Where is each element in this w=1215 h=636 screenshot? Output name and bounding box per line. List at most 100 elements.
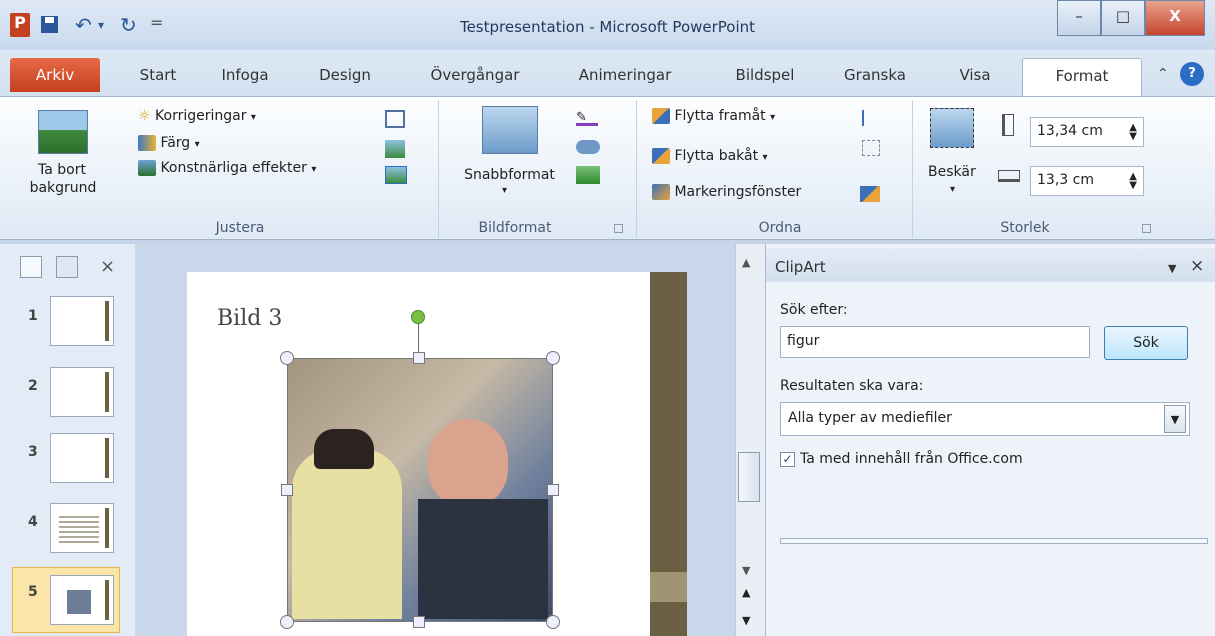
close-panel-icon[interactable]: × <box>100 256 115 277</box>
previous-slide-icon[interactable]: ▲ <box>742 586 750 599</box>
slide-thumbnail[interactable] <box>50 296 114 346</box>
selection-pane-icon <box>652 184 670 200</box>
tab-arkiv[interactable]: Arkiv <box>10 58 100 92</box>
close-button[interactable]: X <box>1145 0 1205 36</box>
align-icon[interactable] <box>862 110 880 126</box>
slide-canvas[interactable]: Bild 3 <box>187 272 687 636</box>
results-progress-bar <box>780 538 1208 544</box>
group-separator <box>912 100 913 238</box>
color-button[interactable]: Färg ▾ <box>138 135 200 151</box>
tab-infoga[interactable]: Infoga <box>205 58 285 92</box>
change-picture-icon[interactable] <box>385 140 405 158</box>
remove-background-label-1[interactable]: Ta bort <box>22 162 102 178</box>
rotate-icon[interactable] <box>860 186 880 202</box>
slide-decor-block <box>650 572 687 602</box>
bring-forward-icon <box>652 108 670 124</box>
clipart-header <box>766 248 1215 282</box>
remove-background-label-2[interactable]: bakgrund <box>18 180 108 196</box>
tab-format[interactable]: Format <box>1022 58 1142 98</box>
search-input[interactable]: figur <box>780 326 1090 358</box>
selected-picture[interactable] <box>287 358 553 622</box>
tab-bildspel[interactable]: Bildspel <box>720 58 810 92</box>
resize-handle[interactable] <box>547 484 559 496</box>
picture-effects-icon[interactable] <box>576 140 600 154</box>
quick-styles-icon[interactable] <box>482 106 538 154</box>
vertical-scrollbar[interactable] <box>735 244 765 636</box>
minimize-button[interactable]: – <box>1057 0 1101 36</box>
picture-layout-icon[interactable] <box>576 166 600 184</box>
resize-handle[interactable] <box>413 352 425 364</box>
tab-overgangar[interactable]: Övergångar <box>410 58 540 92</box>
artistic-effects-label: Konstnärliga effekter <box>160 160 307 176</box>
outline-tab-icon[interactable] <box>56 256 78 278</box>
quick-styles-dropdown-icon[interactable]: ▾ <box>502 185 507 196</box>
slide-thumbnail[interactable] <box>50 433 114 483</box>
height-value: 13,34 cm <box>1037 123 1103 139</box>
slide-thumbnail[interactable] <box>50 503 114 553</box>
crop-icon[interactable] <box>930 108 974 148</box>
send-backward-button[interactable]: Flytta bakåt ▾ <box>652 148 768 164</box>
send-backward-label: Flytta bakåt <box>674 148 759 164</box>
height-spinner-icon[interactable]: ▲ ▼ <box>1129 123 1137 142</box>
scroll-up-icon[interactable]: ▲ <box>742 256 750 269</box>
group-objects-icon[interactable] <box>862 140 880 156</box>
slide-title[interactable]: Bild 3 <box>217 306 282 331</box>
resize-handle[interactable] <box>280 615 294 629</box>
width-spinner-icon[interactable]: ▲ ▼ <box>1129 172 1137 191</box>
bring-forward-label: Flytta framåt <box>674 108 766 124</box>
search-label: Sök efter: <box>780 302 848 318</box>
corrections-label: Korrigeringar <box>155 108 247 124</box>
group-justera: Justera <box>215 220 265 236</box>
resize-handle[interactable] <box>546 351 560 365</box>
remove-background-icon[interactable] <box>38 110 88 154</box>
tab-granska[interactable]: Granska <box>830 58 920 92</box>
artistic-effects-button[interactable]: Konstnärliga effekter ▾ <box>138 160 316 176</box>
pane-options-icon[interactable]: ▼ <box>1168 262 1176 275</box>
selection-pane-button[interactable]: Markeringsfönster <box>652 184 801 200</box>
scroll-thumb[interactable] <box>738 452 760 502</box>
size-launcher-icon[interactable] <box>1142 224 1151 233</box>
restore-button[interactable]: □ <box>1101 0 1145 36</box>
include-office-checkbox[interactable]: ✓ <box>780 452 795 467</box>
resize-handle[interactable] <box>280 351 294 365</box>
selection-pane-label: Markeringsfönster <box>674 184 802 200</box>
tab-design[interactable]: Design <box>305 58 385 92</box>
minimize-ribbon-icon[interactable]: ⌃ <box>1157 66 1169 82</box>
crop-label[interactable]: Beskär <box>928 164 976 180</box>
height-input[interactable]: 13,34 cm ▲ ▼ <box>1030 117 1144 147</box>
crop-dropdown-icon[interactable]: ▾ <box>950 184 955 195</box>
close-pane-icon[interactable]: × <box>1190 256 1204 276</box>
help-icon[interactable]: ? <box>1180 62 1204 86</box>
resize-handle[interactable] <box>413 616 425 628</box>
artistic-effects-icon <box>138 160 156 176</box>
slide-thumbnail[interactable] <box>50 367 114 417</box>
bring-forward-button[interactable]: Flytta framåt ▾ <box>652 108 775 124</box>
resize-handle[interactable] <box>546 615 560 629</box>
next-slide-icon[interactable]: ▼ <box>742 614 750 627</box>
tab-animeringar[interactable]: Animeringar <box>560 58 690 92</box>
photo-person-left <box>292 449 402 619</box>
compress-pictures-icon[interactable] <box>385 110 405 128</box>
sun-icon: ☼ <box>138 108 151 124</box>
quick-styles-label[interactable]: Snabbformat <box>452 167 567 183</box>
search-button[interactable]: Sök <box>1104 326 1188 360</box>
slide-number: 5 <box>28 584 38 600</box>
corrections-button[interactable]: ☼ Korrigeringar ▾ <box>138 108 256 124</box>
tab-visa[interactable]: Visa <box>940 58 1010 92</box>
reset-picture-icon[interactable] <box>385 166 407 184</box>
picture-styles-launcher-icon[interactable] <box>614 224 623 233</box>
resize-handle[interactable] <box>281 484 293 496</box>
picture-border-icon[interactable]: ✎ <box>576 110 598 126</box>
tab-start[interactable]: Start <box>128 58 188 92</box>
results-select[interactable]: Alla typer av mediefiler <box>780 402 1190 436</box>
include-office-label[interactable]: Ta med innehåll från Office.com <box>800 451 1023 467</box>
artistic-dropdown-icon: ▾ <box>311 164 317 175</box>
color-label: Färg <box>160 135 191 151</box>
scroll-down-icon[interactable]: ▼ <box>742 564 750 577</box>
slides-tab-icon[interactable] <box>20 256 42 278</box>
rotate-handle[interactable] <box>411 310 425 324</box>
results-dropdown-icon[interactable]: ▼ <box>1164 405 1186 433</box>
slide-thumbnail-selected[interactable] <box>50 575 114 625</box>
clipart-title: ClipArt <box>775 258 826 276</box>
width-input[interactable]: 13,3 cm ▲ ▼ <box>1030 166 1144 196</box>
